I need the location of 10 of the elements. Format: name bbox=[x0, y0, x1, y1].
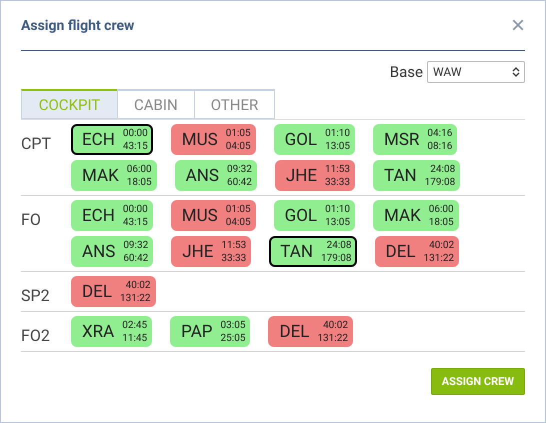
base-select[interactable]: WAW bbox=[427, 61, 525, 83]
tab[interactable]: CABIN bbox=[117, 89, 195, 119]
base-label: Base bbox=[390, 63, 423, 81]
position-label: FO bbox=[21, 209, 42, 231]
position-label: SP2 bbox=[21, 285, 51, 307]
dialog-title: Assign flight crew bbox=[21, 18, 134, 34]
position-label: FO2 bbox=[21, 325, 51, 347]
updown-caret-icon bbox=[512, 66, 520, 78]
position-label: CPT bbox=[21, 133, 52, 155]
tab[interactable]: OTHER bbox=[194, 89, 276, 119]
